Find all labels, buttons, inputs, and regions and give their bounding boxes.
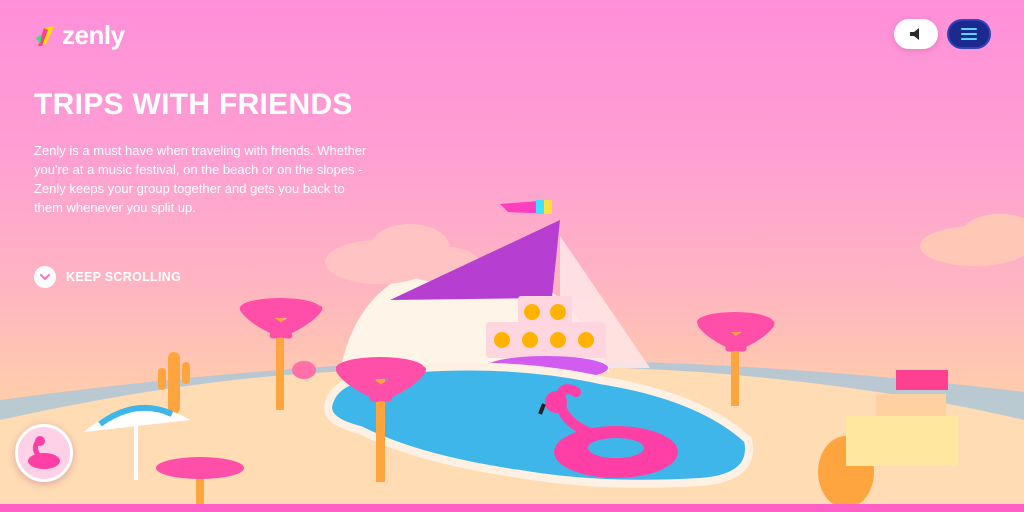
zenly-bolt-logo-icon [36,25,54,46]
menu-button[interactable] [947,19,991,49]
page-title: TRIPS WITH FRIENDS [34,88,353,121]
flamingo-avatar-icon [28,436,60,469]
avatar[interactable] [15,424,73,482]
beach-party-scene [0,200,1024,512]
keep-scrolling-label: KEEP SCROLLING [66,270,182,284]
logo-text: zenly [62,20,125,50]
zenly-logo[interactable]: zenly [34,20,125,51]
cloud-right [920,214,1024,266]
sound-toggle-button[interactable] [894,19,938,49]
pig-icon [292,361,316,379]
keep-scrolling-link[interactable]: KEEP SCROLLING [34,266,181,288]
speaker-icon [910,28,919,40]
hamburger-menu-icon [961,28,977,40]
bottom-progress-bar [0,504,1024,512]
chevron-down-icon [40,274,50,280]
scroll-circle [34,266,56,288]
hero-description: Zenly is a must have when traveling with… [34,143,367,215]
